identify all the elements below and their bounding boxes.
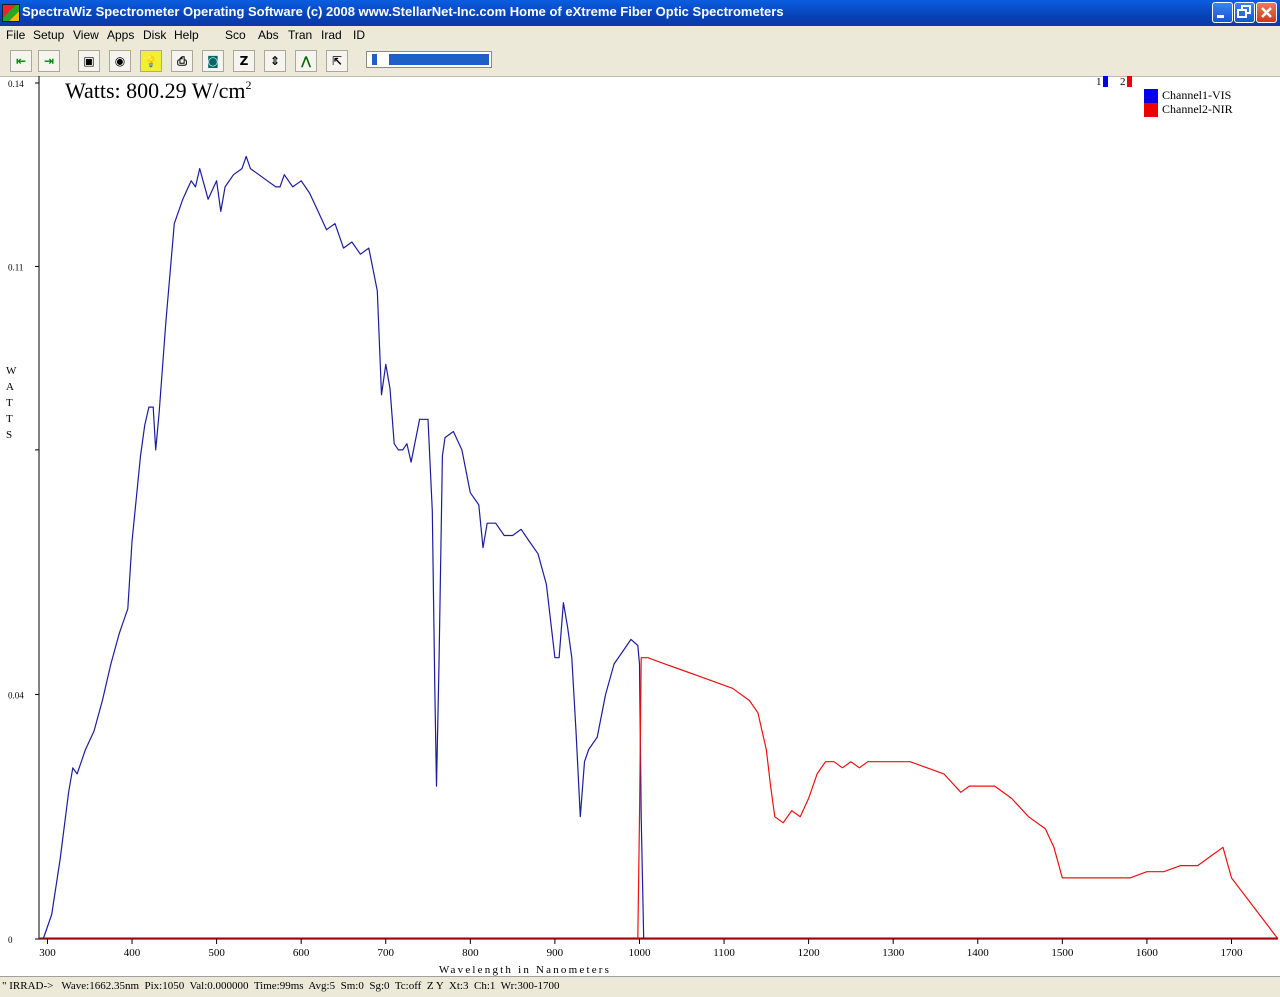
x-tick-label: 300 — [39, 947, 56, 959]
legend-swatch-nir — [1144, 103, 1158, 117]
y-axis-label-letter: W — [6, 365, 17, 377]
restore-button[interactable] — [1234, 2, 1255, 23]
minimize-icon — [1217, 15, 1224, 18]
spectrawiz-app-icon[interactable] — [2, 4, 20, 22]
menu-view[interactable]: View — [73, 28, 99, 42]
slider-fill — [389, 54, 489, 65]
x-tick-label: 1200 — [798, 947, 821, 959]
menu-setup[interactable]: Setup — [33, 28, 64, 42]
menu-id[interactable]: ID — [353, 28, 365, 42]
x-tick-label: 1400 — [967, 947, 990, 959]
channel-tab-1[interactable]: 1 — [1096, 76, 1108, 88]
x-ticks: 300 400 500 600 700 800 900 1000 1100 1200 1300 140… — [39, 939, 1243, 959]
spectrum-plot[interactable]: 0.14 0.11 0.04 0 300 400 500 600 700 800 900 1000 1… — [0, 76, 1280, 976]
zoom-z-button[interactable]: Z — [233, 50, 255, 72]
status-text: " IRRAD-> Wave:1662.35nm Pix:1050 Val:0.… — [2, 980, 560, 992]
plot-series — [39, 155, 1279, 940]
channel-tab-2[interactable]: 2 — [1120, 76, 1132, 88]
menu-file[interactable]: File — [6, 28, 25, 42]
detector-icon: ◉ — [114, 54, 126, 68]
autoscale-button[interactable]: ⇕ — [264, 50, 286, 72]
y-axis-label-letter: T — [6, 413, 13, 425]
y-axis-label-letter: A — [6, 381, 14, 393]
minimize-button[interactable] — [1212, 2, 1233, 23]
x-tick-label: 1300 — [882, 947, 905, 959]
y-tick-label: 0.14 — [8, 79, 24, 89]
menu-disk[interactable]: Disk — [143, 28, 166, 42]
zoom-z-icon: Z — [239, 54, 249, 68]
y-axis-label: WATTS — [6, 365, 17, 441]
slider-thumb[interactable] — [371, 53, 378, 66]
legend-label-vis: Channel1-VIS — [1162, 88, 1231, 102]
plot-axes — [38, 76, 1278, 940]
lamp-button[interactable]: 💡 — [140, 50, 162, 72]
x-axis-label: Wavelength in Nanometers — [439, 964, 611, 976]
legend: Channel1-VIS Channel2-NIR — [1144, 88, 1233, 117]
close-button[interactable] — [1256, 2, 1277, 23]
x-tick-label: 800 — [462, 947, 479, 959]
menu-sco[interactable]: Sco — [225, 28, 246, 42]
scroll-left-button[interactable]: ⇤ — [10, 50, 32, 72]
export-icon: ⇱ — [331, 54, 343, 68]
menu-bar: File Setup View Apps Disk Help Sco Abs T… — [0, 26, 1280, 46]
y-tick-label: 0.04 — [8, 690, 24, 700]
series-line-channel2-nir — [637, 657, 1279, 940]
menu-tran[interactable]: Tran — [288, 28, 312, 42]
x-tick-label: 500 — [208, 947, 225, 959]
camera-icon: ◙ — [207, 54, 219, 68]
window-title: SpectraWiz Spectrometer Operating Softwa… — [22, 4, 784, 19]
power-readout: Watts: 800.29 W/cm2 — [65, 78, 252, 103]
toolbar: ⇤ ⇥ ▣ ◉ 💡 ⎙ ◙ Z ⇕ ⋀ ⇱ — [0, 46, 1280, 77]
series-line-channel1-vis — [42, 155, 645, 940]
restore-icon — [1237, 5, 1251, 18]
integration-slider[interactable] — [366, 51, 492, 68]
menu-abs[interactable]: Abs — [258, 28, 279, 42]
save-icon: ▣ — [83, 54, 95, 68]
export-button[interactable]: ⇱ — [326, 50, 348, 72]
camera-button[interactable]: ◙ — [202, 50, 224, 72]
y-tick-label: 0 — [8, 935, 13, 945]
channel-tab-1-label: 1 — [1096, 76, 1102, 88]
x-tick-label: 400 — [124, 947, 141, 959]
channel-tab-2-swatch — [1127, 76, 1132, 87]
print-button[interactable]: ⎙ — [171, 50, 193, 72]
x-tick-label: 700 — [378, 947, 395, 959]
status-bar: " IRRAD-> Wave:1662.35nm Pix:1050 Val:0.… — [0, 976, 1280, 997]
title-bar: SpectraWiz Spectrometer Operating Softwa… — [0, 0, 1280, 26]
channel-tab-2-label: 2 — [1120, 76, 1126, 88]
y-axis-label-letter: T — [6, 397, 13, 409]
detector-button[interactable]: ◉ — [109, 50, 131, 72]
scroll-right-icon: ⇥ — [43, 54, 55, 68]
menu-irad[interactable]: Irad — [321, 28, 342, 42]
x-tick-label: 1000 — [628, 947, 651, 959]
scroll-left-icon: ⇤ — [15, 54, 27, 68]
legend-label-nir: Channel2-NIR — [1162, 102, 1233, 116]
peak-button[interactable]: ⋀ — [295, 50, 317, 72]
y-ticks: 0.14 0.11 0.04 0 — [8, 79, 39, 945]
x-tick-label: 900 — [547, 947, 564, 959]
autoscale-icon: ⇕ — [269, 54, 281, 68]
save-button[interactable]: ▣ — [78, 50, 100, 72]
print-icon: ⎙ — [177, 53, 187, 68]
x-tick-label: 1700 — [1220, 947, 1243, 959]
y-axis-label-letter: S — [6, 429, 12, 441]
legend-swatch-vis — [1144, 89, 1158, 103]
menu-help[interactable]: Help — [174, 28, 199, 42]
x-tick-label: 1600 — [1136, 947, 1159, 959]
channel-tab-1-swatch — [1103, 76, 1108, 87]
y-tick-label: 0.11 — [8, 262, 23, 272]
menu-apps[interactable]: Apps — [107, 28, 134, 42]
x-tick-label: 600 — [293, 947, 310, 959]
x-tick-label: 1500 — [1051, 947, 1074, 959]
peak-icon: ⋀ — [300, 54, 312, 68]
close-icon — [1261, 7, 1272, 18]
lamp-icon: 💡 — [144, 54, 158, 68]
scroll-right-button[interactable]: ⇥ — [38, 50, 60, 72]
x-tick-label: 1100 — [713, 947, 735, 959]
